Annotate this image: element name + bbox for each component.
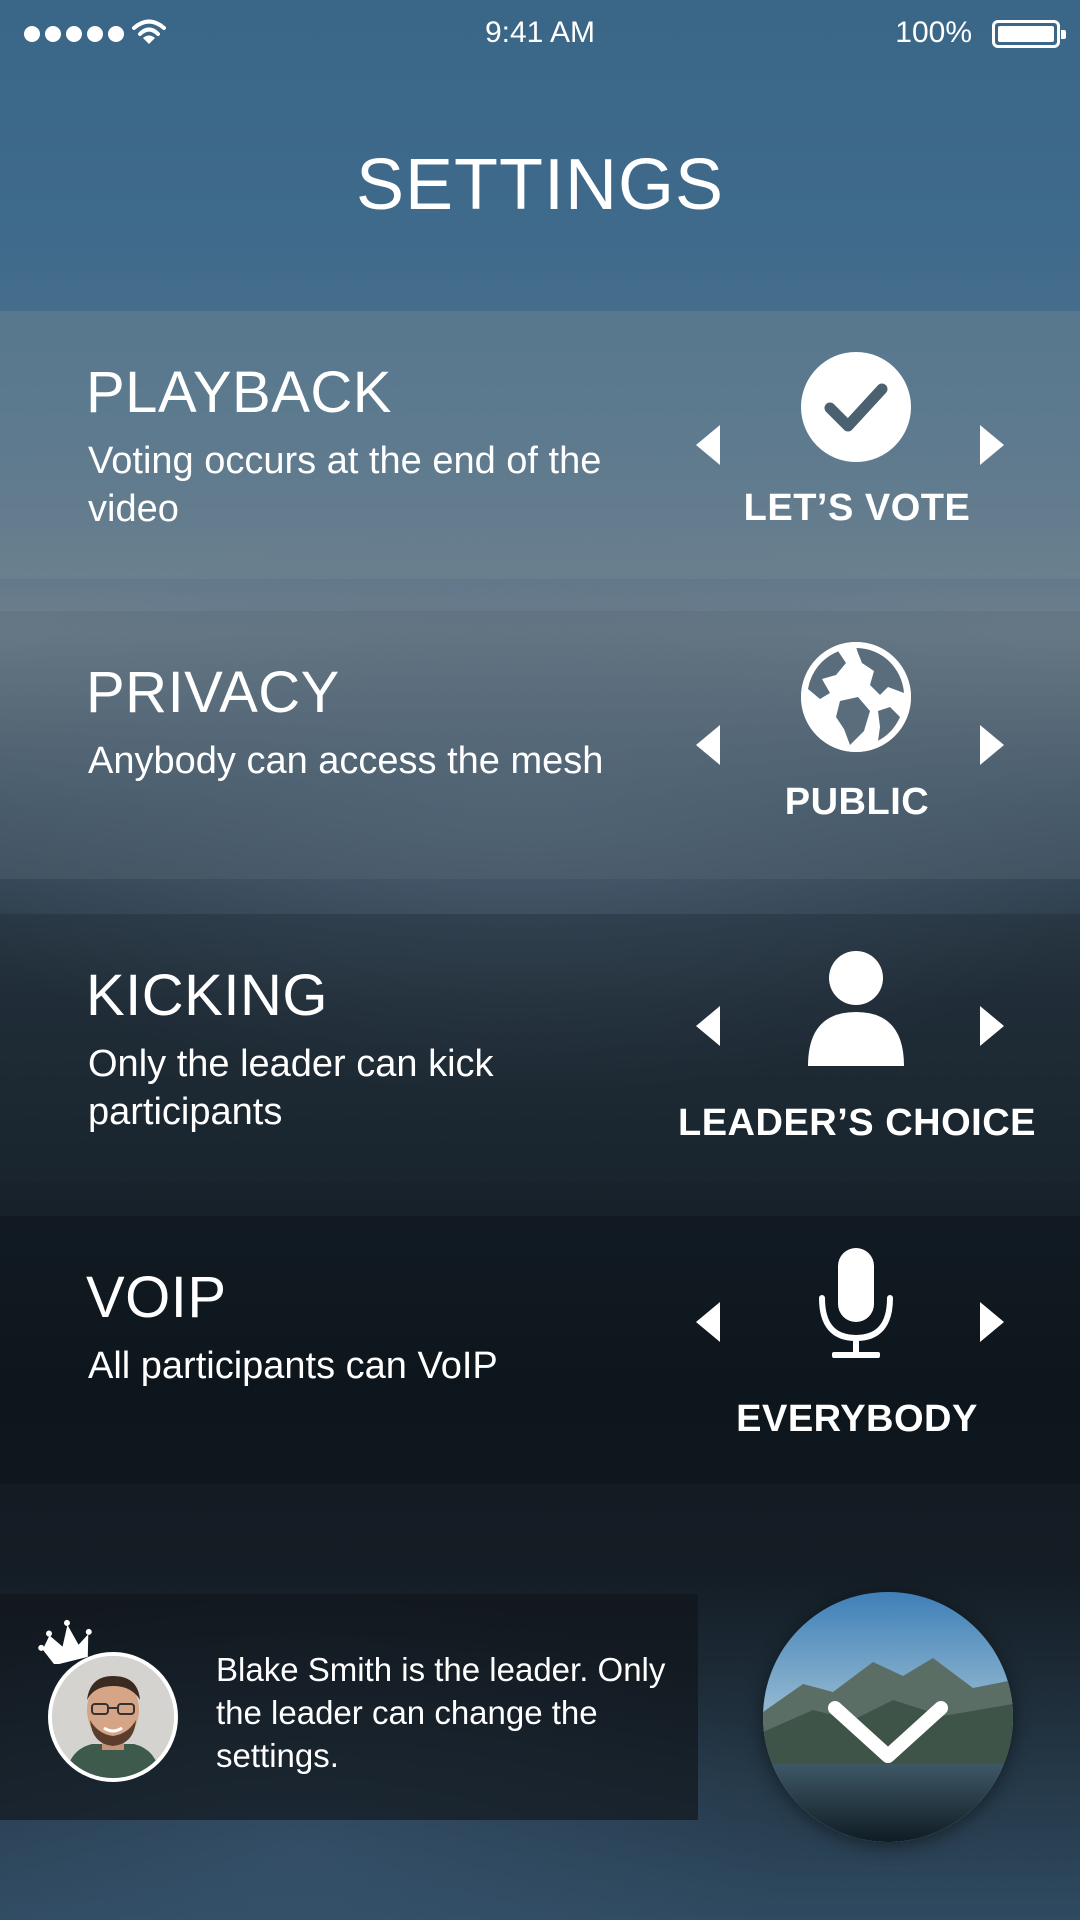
globe-icon [801, 642, 911, 752]
avatar [48, 1652, 178, 1782]
setting-row-privacy: PRIVACY Anybody can access the mesh PUBL… [0, 611, 1080, 879]
previous-option-arrow[interactable] [696, 1302, 720, 1342]
person-icon [808, 951, 904, 1066]
setting-option-label: LEADER’S CHOICE [678, 1102, 1036, 1144]
next-option-arrow[interactable] [980, 725, 1004, 765]
setting-option-label: PUBLIC [784, 781, 930, 823]
previous-option-arrow[interactable] [696, 1006, 720, 1046]
status-bar: 9:41 AM 100% [0, 0, 1080, 70]
setting-description: All participants can VoIP [88, 1345, 498, 1387]
setting-description: Voting occurs at the end of the video [88, 440, 602, 530]
next-option-arrow[interactable] [980, 425, 1004, 465]
microphone-icon [819, 1248, 893, 1358]
next-option-arrow[interactable] [980, 1302, 1004, 1342]
setting-title: VOIP [86, 1265, 227, 1330]
setting-option-label: EVERYBODY [736, 1398, 978, 1440]
previous-option-arrow[interactable] [696, 425, 720, 465]
next-option-arrow[interactable] [980, 1006, 1004, 1046]
setting-description: Anybody can access the mesh [88, 740, 604, 782]
check-circle-icon [801, 352, 911, 462]
battery-percent: 100% [895, 16, 972, 49]
previous-option-arrow[interactable] [696, 725, 720, 765]
battery-icon [992, 20, 1066, 48]
setting-title: PRIVACY [86, 660, 340, 725]
setting-title: KICKING [86, 963, 328, 1028]
leader-message: Blake Smith is the leader. Only the lead… [216, 1651, 666, 1774]
collapse-settings-button[interactable] [763, 1592, 1013, 1842]
page-title: SETTINGS [355, 145, 725, 225]
setting-description: Only the leader can kick participants [88, 1043, 494, 1133]
setting-option-label: LET’S VOTE [743, 487, 971, 529]
setting-row-playback: PLAYBACK Voting occurs at the end of the… [0, 311, 1080, 579]
setting-row-kicking: KICKING Only the leader can kick partici… [0, 914, 1080, 1182]
setting-title: PLAYBACK [86, 360, 392, 425]
setting-row-voip: VOIP All participants can VoIP EVERYBODY [0, 1216, 1080, 1484]
